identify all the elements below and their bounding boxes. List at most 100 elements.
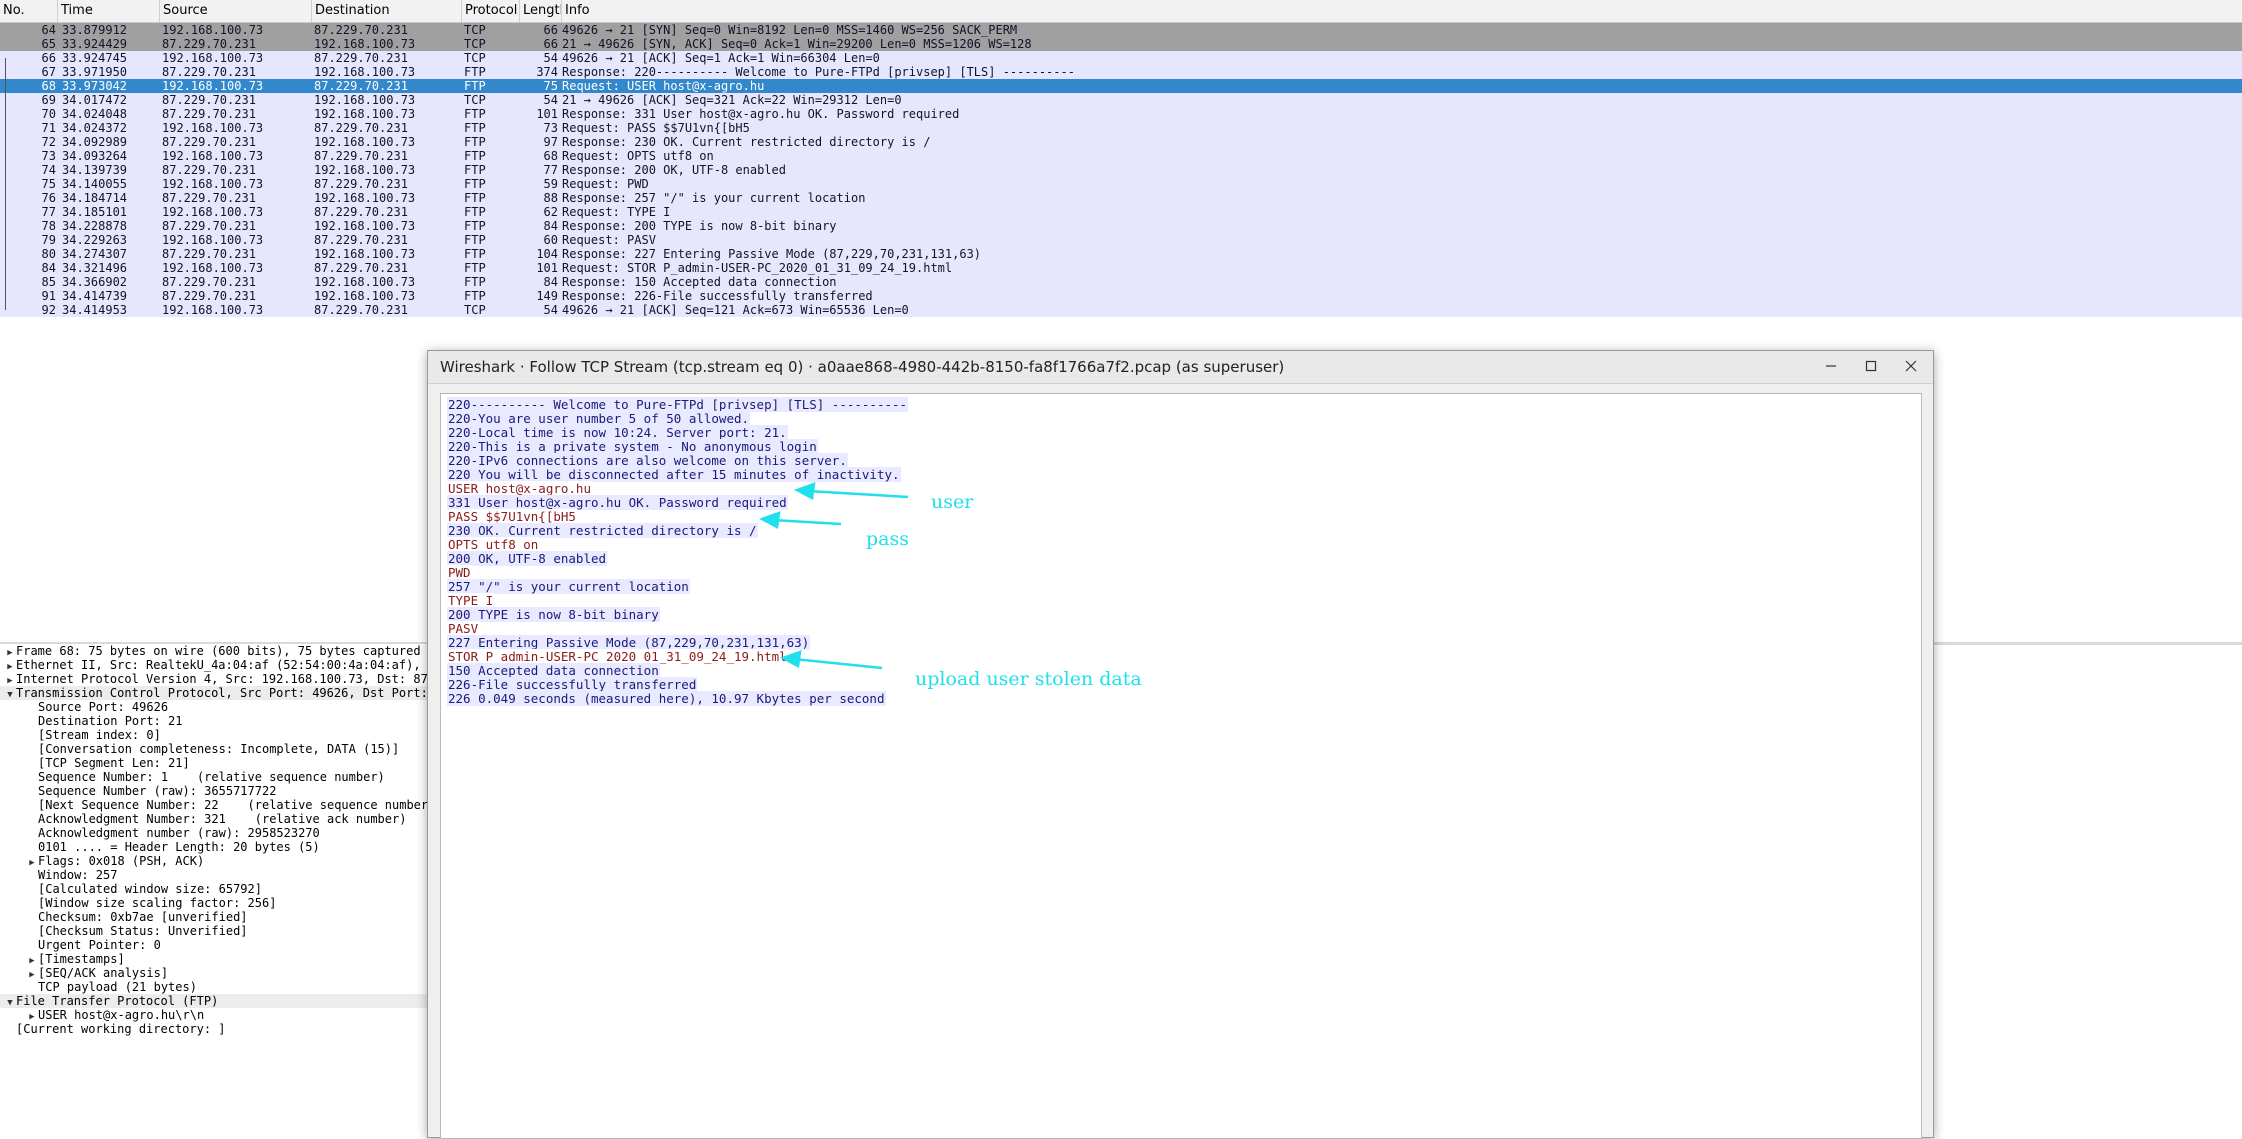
detail-tree-item[interactable]: ▶ [Timestamps] (0, 952, 454, 966)
column-header-destination[interactable]: Destination (312, 0, 462, 22)
detail-tree-item[interactable]: ▶ USER host@x-agro.hu\r\n (0, 1008, 454, 1022)
column-header-info[interactable]: Info (562, 0, 2242, 22)
detail-tree-item[interactable]: Source Port: 49626 (0, 700, 454, 714)
detail-tree-item[interactable]: [TCP Segment Len: 21] (0, 756, 454, 770)
column-header-source[interactable]: Source (160, 0, 312, 22)
packet-src-cell: 87.229.70.231 (162, 219, 256, 233)
packet-row[interactable]: 91 34.414739 87.229.70.231 192.168.100.73 FT… (0, 289, 2242, 303)
close-icon[interactable] (1891, 351, 1931, 383)
packet-time-cell: 34.184714 (62, 191, 128, 205)
detail-tree-item[interactable]: Sequence Number (raw): 3655717722 (0, 784, 454, 798)
detail-tree-item[interactable]: ▶ Ethernet II, Src: RealtekU_4a:04:af (52… (0, 658, 432, 672)
packet-dst-cell: 192.168.100.73 (314, 275, 416, 289)
packet-proto-cell: FTP (464, 261, 486, 275)
packet-row[interactable]: 80 34.274307 87.229.70.231 192.168.100.73 FT… (0, 247, 2242, 261)
column-header-no[interactable]: No. (0, 0, 58, 22)
detail-tree-item[interactable]: Acknowledgment number (raw): 2958523270 (0, 826, 454, 840)
packet-row[interactable]: 74 34.139739 87.229.70.231 192.168.100.73 FT… (0, 163, 2242, 177)
detail-text: Urgent Pointer: 0 (38, 938, 161, 952)
detail-tree-item[interactable]: [Current working directory: ] (0, 1022, 432, 1036)
expand-arrow-icon[interactable]: ▶ (26, 1010, 38, 1022)
packet-info-cell: Request: PASV (562, 233, 656, 247)
detail-tree-item[interactable]: Checksum: 0xb7ae [unverified] (0, 910, 454, 924)
detail-tree-item[interactable]: [Checksum Status: Unverified] (0, 924, 454, 938)
packet-row[interactable]: 64 33.879912 192.168.100.73 87.229.70.231 TC… (0, 23, 2242, 37)
server-stream-line: 220-This is a private system - No anonym… (447, 439, 908, 454)
packet-info-cell: 49626 → 21 [ACK] Seq=121 Ack=673 Win=655… (562, 303, 909, 317)
packet-info-cell: Response: 200 OK, UTF-8 enabled (562, 163, 786, 177)
client-stream-line: STOR P_admin-USER-PC_2020_01_31_09_24_19… (447, 649, 908, 664)
packet-row[interactable]: 72 34.092989 87.229.70.231 192.168.100.73 FT… (0, 135, 2242, 149)
detail-tree-item[interactable]: 0101 .... = Header Length: 20 bytes (5) (0, 840, 454, 854)
packet-row[interactable]: 66 33.924745 192.168.100.73 87.229.70.231 TC… (0, 51, 2242, 65)
detail-tree-item[interactable]: ▶ [SEQ/ACK analysis] (0, 966, 454, 980)
packet-row[interactable]: 65 33.924429 87.229.70.231 192.168.100.73 TC… (0, 37, 2242, 51)
packet-row[interactable]: 75 34.140055 192.168.100.73 87.229.70.231 FT… (0, 177, 2242, 191)
expand-arrow-icon[interactable]: ▶ (26, 856, 38, 868)
detail-text: 0101 .... = Header Length: 20 bytes (5) (38, 840, 320, 854)
packet-row[interactable]: 70 34.024048 87.229.70.231 192.168.100.73 FT… (0, 107, 2242, 121)
collapse-arrow-icon[interactable]: ▼ (4, 688, 16, 700)
packet-dst-cell: 192.168.100.73 (314, 247, 416, 261)
packet-row[interactable]: 77 34.185101 192.168.100.73 87.229.70.231 FT… (0, 205, 2242, 219)
column-header-time[interactable]: Time (58, 0, 160, 22)
detail-tree-item[interactable]: Destination Port: 21 (0, 714, 454, 728)
server-stream-line: 226 0.049 seconds (measured here), 10.97… (447, 691, 908, 706)
detail-tree-item[interactable]: Acknowledgment Number: 321 (relative ack… (0, 812, 454, 826)
expand-arrow-icon[interactable]: ▶ (4, 660, 16, 672)
column-header-protocol[interactable]: Protocol (462, 0, 520, 22)
stream-content-area[interactable]: 220---------- Welcome to Pure-FTPd [priv… (440, 393, 1922, 1139)
packet-no-cell: 65 (41, 37, 56, 51)
detail-tree-item[interactable]: TCP payload (21 bytes) (0, 980, 454, 994)
detail-tree-item[interactable]: [Conversation completeness: Incomplete, … (0, 742, 454, 756)
packet-no-cell: 74 (41, 163, 56, 177)
dialog-titlebar[interactable]: Wireshark · Follow TCP Stream (tcp.strea… (428, 351, 1933, 384)
detail-text: [Timestamps] (38, 952, 125, 966)
detail-tree-item[interactable]: [Window size scaling factor: 256] (0, 896, 454, 910)
packet-row[interactable]: 68 33.973042 192.168.100.73 87.229.70.231 FT… (0, 79, 2242, 93)
maximize-icon[interactable] (1851, 351, 1891, 383)
packet-src-cell: 192.168.100.73 (162, 303, 264, 317)
packet-dst-cell: 192.168.100.73 (314, 65, 416, 79)
server-stream-line: 150 Accepted data connection (447, 663, 908, 678)
packet-list[interactable]: 64 33.879912 192.168.100.73 87.229.70.231 TC… (0, 23, 2242, 317)
packet-row[interactable]: 92 34.414953 192.168.100.73 87.229.70.231 TC… (0, 303, 2242, 317)
related-packets-bracket (5, 58, 7, 310)
detail-tree-item[interactable]: [Stream index: 0] (0, 728, 454, 742)
detail-tree-item[interactable]: ▼ File Transfer Protocol (FTP) (0, 994, 432, 1008)
packet-time-cell: 33.971950 (62, 65, 128, 79)
expand-arrow-icon[interactable]: ▶ (26, 954, 38, 966)
detail-tree-item[interactable]: Sequence Number: 1 (relative sequence nu… (0, 770, 454, 784)
packet-row[interactable]: 79 34.229263 192.168.100.73 87.229.70.231 FT… (0, 233, 2242, 247)
collapse-arrow-icon[interactable]: ▼ (4, 996, 16, 1008)
detail-tree-item[interactable]: ▶ Flags: 0x018 (PSH, ACK) (0, 854, 454, 868)
packet-src-cell: 87.229.70.231 (162, 289, 256, 303)
detail-tree-item[interactable]: [Next Sequence Number: 22 (relative sequ… (0, 798, 454, 812)
packet-details-tree[interactable]: ▶ Frame 68: 75 bytes on wire (600 bits), … (0, 644, 432, 1136)
detail-tree-item[interactable]: Window: 257 (0, 868, 454, 882)
packet-row[interactable]: 78 34.228878 87.229.70.231 192.168.100.73 FT… (0, 219, 2242, 233)
packet-len-cell: 66 (543, 37, 558, 51)
packet-len-cell: 54 (543, 303, 558, 317)
stream-line-text: 331 User host@x-agro.hu OK. Password req… (447, 495, 788, 510)
detail-tree-item[interactable]: [Calculated window size: 65792] (0, 882, 454, 896)
packet-row[interactable]: 85 34.366902 87.229.70.231 192.168.100.73 FT… (0, 275, 2242, 289)
detail-tree-item[interactable]: Urgent Pointer: 0 (0, 938, 454, 952)
expand-arrow-icon[interactable]: ▶ (26, 968, 38, 980)
detail-tree-item[interactable]: ▶ Internet Protocol Version 4, Src: 192.1… (0, 672, 432, 686)
detail-tree-item[interactable]: ▶ Frame 68: 75 bytes on wire (600 bits), … (0, 644, 432, 658)
packet-row[interactable]: 67 33.971950 87.229.70.231 192.168.100.73 FT… (0, 65, 2242, 79)
expand-arrow-icon[interactable]: ▶ (4, 646, 16, 658)
packet-row[interactable]: 73 34.093264 192.168.100.73 87.229.70.231 FT… (0, 149, 2242, 163)
packet-time-cell: 33.924429 (62, 37, 128, 51)
detail-text: TCP payload (21 bytes) (38, 980, 197, 994)
detail-tree-item[interactable]: ▼ Transmission Control Protocol, Src Port… (0, 686, 432, 700)
packet-time-cell: 34.093264 (62, 149, 128, 163)
packet-row[interactable]: 69 34.017472 87.229.70.231 192.168.100.73 TC… (0, 93, 2242, 107)
minimize-icon[interactable] (1811, 351, 1851, 383)
column-header-length[interactable]: Length (520, 0, 562, 22)
expand-arrow-icon[interactable]: ▶ (4, 674, 16, 686)
packet-row[interactable]: 76 34.184714 87.229.70.231 192.168.100.73 FT… (0, 191, 2242, 205)
packet-row[interactable]: 84 34.321496 192.168.100.73 87.229.70.231 FT… (0, 261, 2242, 275)
packet-row[interactable]: 71 34.024372 192.168.100.73 87.229.70.231 FT… (0, 121, 2242, 135)
